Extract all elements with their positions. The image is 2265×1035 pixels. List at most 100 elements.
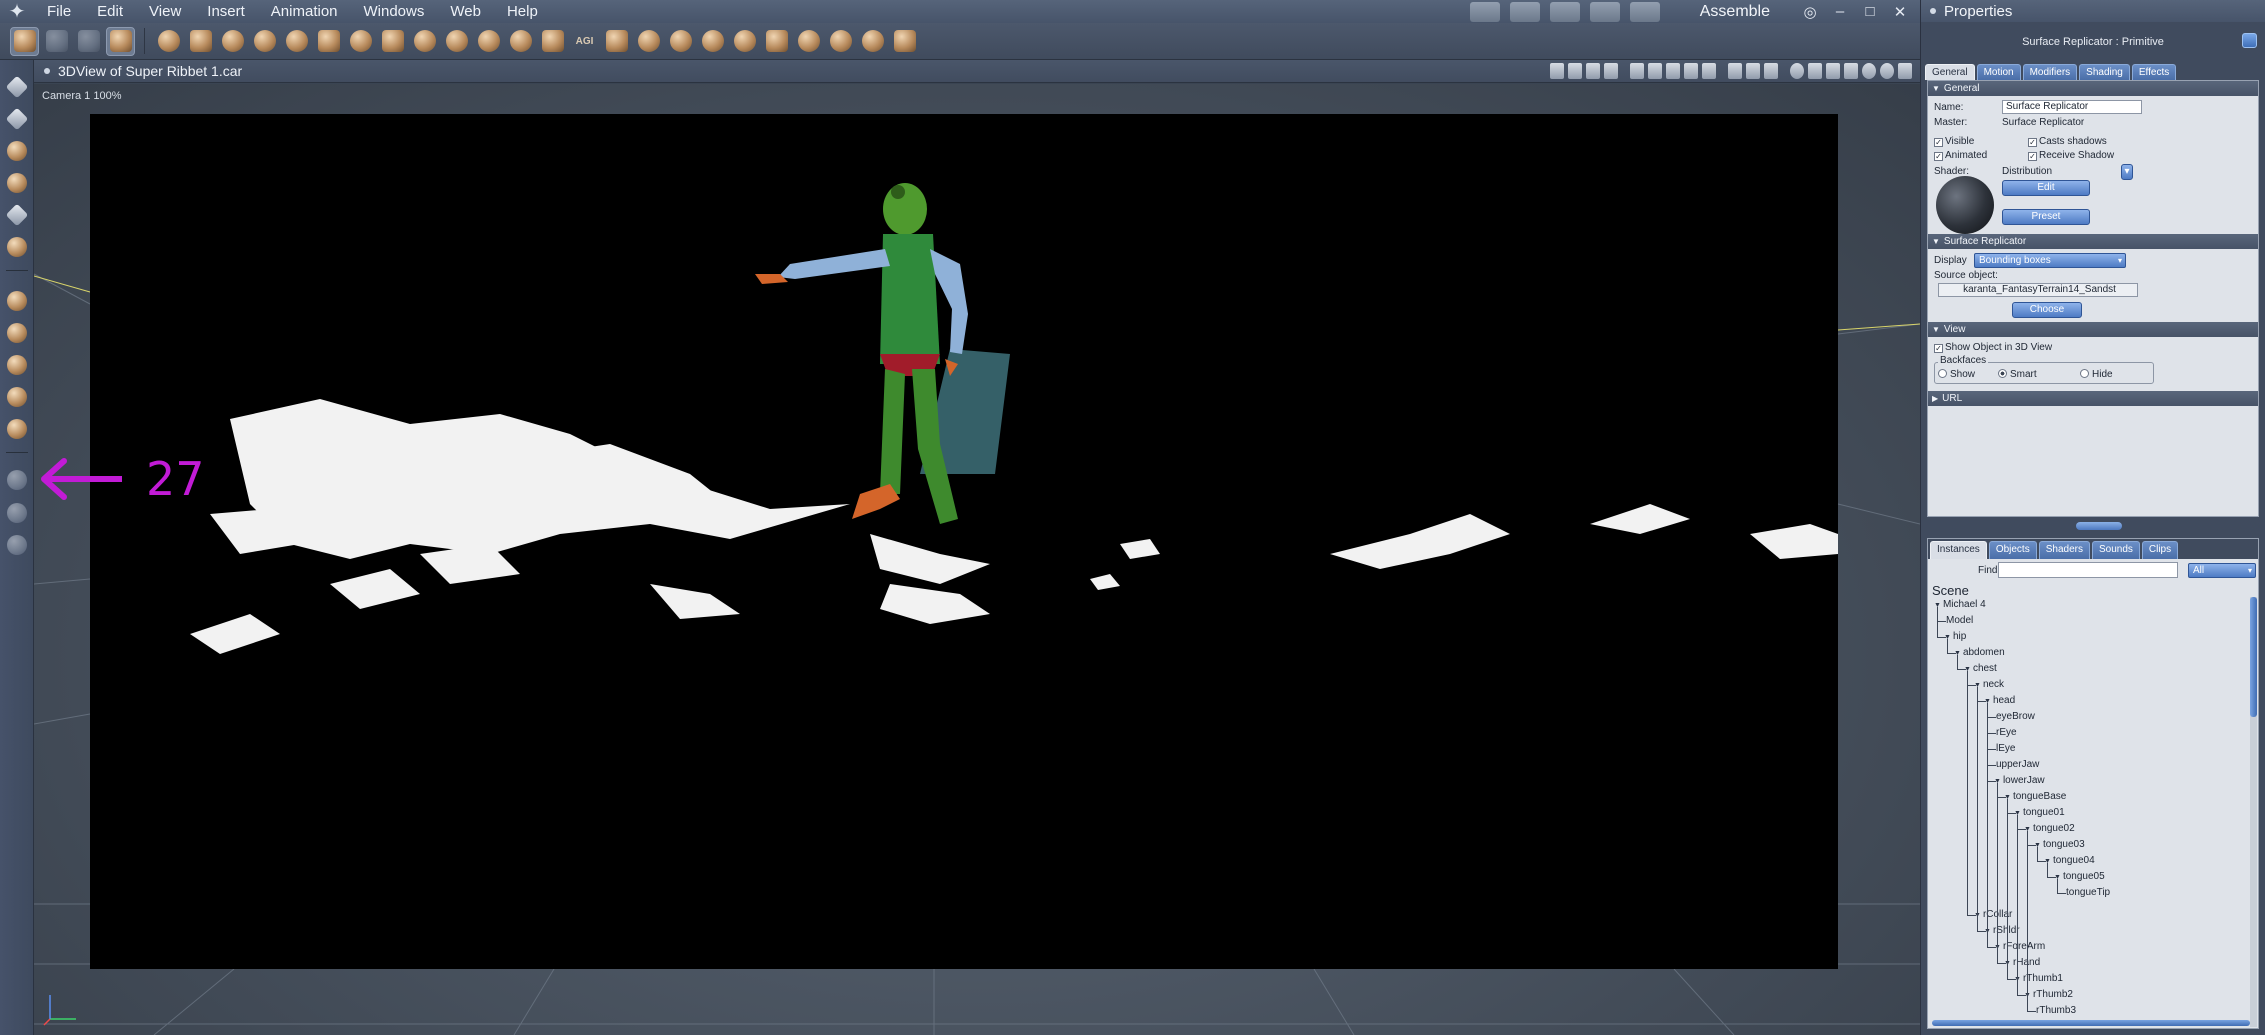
tree-node[interactable]: ▼ tongueBase [2004, 789, 2066, 805]
move-object-icon[interactable] [4, 288, 30, 314]
view-menu-dot-icon[interactable] [44, 68, 50, 74]
camera-icon[interactable] [4, 467, 30, 493]
backfaces-hide-radio[interactable]: Hide [2080, 369, 2113, 380]
find-input[interactable] [1998, 562, 2178, 578]
rock-object-icon[interactable] [698, 27, 727, 56]
display-select[interactable]: Bounding boxes ▾ [1974, 253, 2126, 268]
casts-shadows-checkbox[interactable]: ✓ Casts shadows [2028, 136, 2107, 147]
tree-node[interactable]: ▼ tongue02 [2024, 821, 2075, 837]
house-object-icon[interactable] [602, 27, 631, 56]
capsule-object-icon[interactable] [634, 27, 663, 56]
tree-node[interactable]: ▼rThumb2 [2024, 987, 2073, 1003]
magic-wand-icon[interactable] [4, 202, 30, 228]
layout-columns-icon[interactable] [1702, 63, 1716, 79]
tab-shading[interactable]: Shading [2079, 64, 2130, 80]
section-general[interactable]: ▼ General [1928, 81, 2258, 96]
receive-shadow-checkbox[interactable]: ✓ Receive Shadow [2028, 150, 2114, 161]
tree-scroll-thumb[interactable] [2250, 597, 2257, 717]
network-object-icon[interactable] [826, 27, 855, 56]
tree-node[interactable]: ▼rThumb1 [2014, 971, 2063, 987]
tree-node[interactable]: ▼ head [1984, 693, 2015, 709]
layout-quad-icon[interactable] [1684, 63, 1698, 79]
grab-tool-icon[interactable] [42, 27, 71, 56]
edit-button[interactable]: Edit [2002, 180, 2090, 196]
menu-web[interactable]: Web [437, 0, 494, 23]
scale-icon[interactable] [4, 352, 30, 378]
tree-node[interactable]: ▼ lowerJaw [1994, 773, 2045, 789]
tab-modifiers[interactable]: Modifiers [2022, 64, 2078, 80]
menu-help[interactable]: Help [494, 0, 551, 23]
section-surface-replicator[interactable]: ▼ Surface Replicator [1928, 234, 2258, 249]
shader-dropdown-icon[interactable]: ▾ [2121, 164, 2133, 180]
menu-edit[interactable]: Edit [84, 0, 136, 23]
zoom-magnifier-icon[interactable] [4, 532, 30, 558]
tree-node[interactable]: lEye [1994, 741, 2015, 757]
menu-windows[interactable]: Windows [351, 0, 438, 23]
tree-node[interactable]: ▼ tongue03 [2034, 837, 2085, 853]
tree-node[interactable]: ▼ Michael 4 [1934, 597, 1986, 613]
layout-split-icon[interactable] [1648, 63, 1662, 79]
target-object-icon[interactable] [858, 27, 887, 56]
metaball-object-icon[interactable] [506, 27, 535, 56]
insect-object-icon[interactable] [794, 27, 823, 56]
align-icon[interactable] [1568, 63, 1582, 79]
tree-node[interactable]: ▼rHand [2004, 955, 2040, 971]
move-arrow-icon[interactable] [4, 106, 30, 132]
ring-primitive-icon[interactable] [282, 27, 311, 56]
tree-node[interactable]: ▼rShldr [1984, 923, 2020, 939]
tree-scrollbar[interactable] [2250, 597, 2257, 1027]
app-logo-icon[interactable]: ✦ [0, 0, 34, 23]
box-tool-icon[interactable] [4, 416, 30, 442]
tab-instances[interactable]: Instances [1930, 541, 1987, 559]
hand-tool-icon[interactable] [106, 26, 135, 56]
tree-node[interactable]: rThumb3 [2034, 1003, 2076, 1019]
tree-node[interactable]: tongueTip [2064, 885, 2110, 901]
filter-select[interactable]: All ▾ [2188, 563, 2256, 578]
tree-node[interactable]: ▼ abdomen [1954, 645, 2005, 661]
shading-mode-icon[interactable] [1746, 63, 1760, 79]
camera-view-icon[interactable] [1790, 63, 1804, 79]
3d-viewport[interactable]: Camera 1 100% [34, 84, 1920, 1035]
room-pencil-icon[interactable] [1589, 1, 1620, 22]
tab-motion[interactable]: Motion [1976, 64, 2021, 80]
cloud-object-icon[interactable] [442, 27, 471, 56]
shader-preview-ball[interactable] [1936, 176, 1994, 234]
gear-object-icon[interactable] [346, 27, 375, 56]
tree-node[interactable]: ▼ tongue05 [2054, 869, 2105, 885]
source-object-field[interactable]: karanta_FantasyTerrain14_Sandst [1938, 283, 2138, 297]
panel-splitter[interactable] [2076, 522, 2122, 530]
preset-button[interactable]: Preset [2002, 209, 2090, 225]
twist-icon[interactable] [4, 170, 30, 196]
backfaces-smart-radio[interactable]: Smart [1998, 369, 2037, 380]
tab-effects[interactable]: Effects [2131, 64, 2177, 80]
layout-single-icon[interactable] [1630, 63, 1644, 79]
replicator-object-icon[interactable] [538, 27, 567, 56]
room-pen-icon[interactable] [1549, 1, 1580, 22]
text-object-icon[interactable] [314, 27, 343, 56]
room-brush-icon[interactable] [1509, 1, 1540, 22]
light-object-icon[interactable] [474, 27, 503, 56]
menu-animation[interactable]: Animation [258, 0, 351, 23]
bone-tool-icon[interactable] [4, 234, 30, 260]
animated-checkbox[interactable]: ✓ Animated [1934, 150, 1987, 161]
tree-horizontal-scrollbar[interactable] [1932, 1020, 2250, 1026]
texture-mode-icon[interactable] [1764, 63, 1778, 79]
menu-view[interactable]: View [136, 0, 194, 23]
pin-icon[interactable] [2242, 33, 2257, 48]
wand-object-icon[interactable] [762, 27, 791, 56]
sphere-render-icon[interactable] [1862, 63, 1876, 79]
tree-node[interactable]: rEye [1994, 725, 2017, 741]
tree-node[interactable]: Model [1944, 613, 1973, 629]
tab-general[interactable]: General [1925, 64, 1975, 80]
lock-icon[interactable] [1604, 63, 1618, 79]
room-eraser-icon[interactable] [1629, 1, 1660, 22]
tab-objects[interactable]: Objects [1988, 541, 2037, 559]
menu-insert[interactable]: Insert [194, 0, 258, 23]
grid-icon[interactable] [1586, 63, 1600, 79]
figure-object-icon[interactable] [730, 27, 759, 56]
tree-node[interactable]: eyeBrow [1994, 709, 2035, 725]
translate-icon[interactable] [4, 320, 30, 346]
bone-object-icon[interactable] [890, 27, 919, 56]
maximize-icon[interactable]: □ [1860, 3, 1880, 20]
tree-node[interactable]: ▼ neck [1974, 677, 2004, 693]
